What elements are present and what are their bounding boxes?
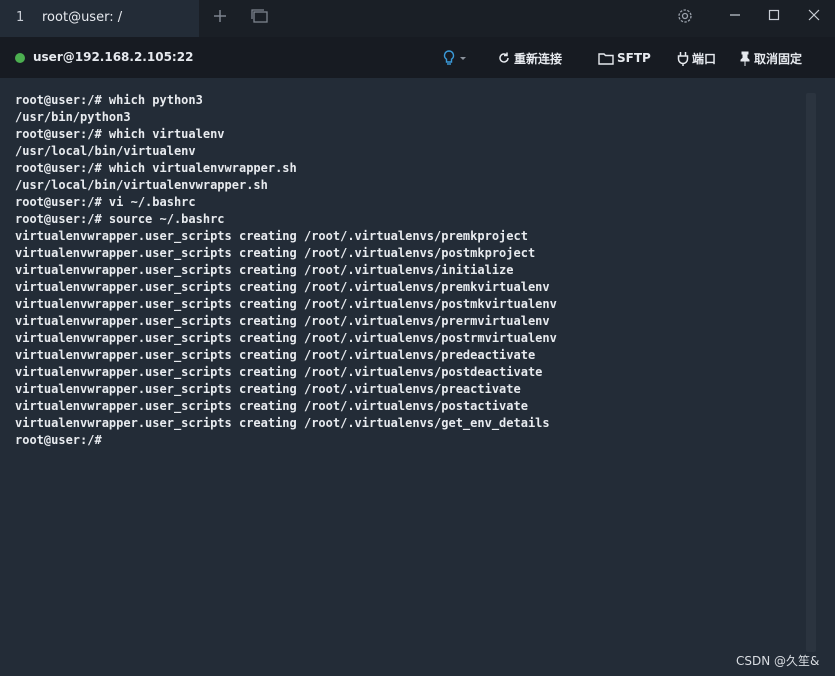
terminal-line: root@user:/# bbox=[15, 433, 109, 447]
terminal-line: virtualenvwrapper.user_scripts creating … bbox=[15, 314, 550, 328]
refresh-icon bbox=[497, 51, 511, 65]
add-tab-icon[interactable] bbox=[210, 8, 230, 28]
terminal-line: root@user:/# vi ~/.bashrc bbox=[15, 195, 196, 209]
terminal-line: /usr/bin/python3 bbox=[15, 110, 131, 124]
port-button[interactable]: 端口 bbox=[677, 49, 716, 67]
terminal-line: root@user:/# which python3 bbox=[15, 93, 203, 107]
watermark: CSDN @久笙& bbox=[736, 654, 820, 668]
terminal-line: root@user:/# which virtualenv bbox=[15, 127, 225, 141]
maximize-button[interactable] bbox=[764, 8, 784, 28]
settings-gear-icon[interactable] bbox=[675, 8, 695, 28]
reconnect-label: 重新连接 bbox=[514, 51, 563, 66]
reconnect-button[interactable]: 重新连接 bbox=[497, 49, 562, 67]
folder-icon bbox=[598, 52, 614, 65]
terminal-line: /usr/local/bin/virtualenv bbox=[15, 144, 196, 158]
terminal-line: virtualenvwrapper.user_scripts creating … bbox=[15, 246, 536, 260]
plug-icon bbox=[677, 51, 689, 66]
terminal-line: /usr/local/bin/virtualenvwrapper.sh bbox=[15, 178, 268, 192]
terminal-line: root@user:/# which virtualenvwrapper.sh bbox=[15, 161, 297, 175]
terminal-line: virtualenvwrapper.user_scripts creating … bbox=[15, 263, 514, 277]
terminal-line: virtualenvwrapper.user_scripts creating … bbox=[15, 348, 536, 362]
tips-button[interactable] bbox=[443, 49, 468, 67]
terminal-output[interactable]: root@user:/# which python3/usr/bin/pytho… bbox=[15, 92, 805, 652]
tab-root-user[interactable]: 1 root@user: / bbox=[0, 0, 199, 37]
terminal-line: virtualenvwrapper.user_scripts creating … bbox=[15, 382, 521, 396]
terminal-line: root@user:/# source ~/.bashrc bbox=[15, 212, 225, 226]
connection-label: user@192.168.2.105:22 bbox=[33, 50, 194, 64]
sftp-label: SFTP bbox=[617, 51, 651, 65]
lightbulb-icon bbox=[443, 50, 455, 66]
terminal-line: virtualenvwrapper.user_scripts creating … bbox=[15, 229, 528, 243]
terminal-line: virtualenvwrapper.user_scripts creating … bbox=[15, 399, 528, 413]
terminal-line: virtualenvwrapper.user_scripts creating … bbox=[15, 280, 550, 294]
close-button[interactable] bbox=[804, 8, 824, 28]
port-label: 端口 bbox=[692, 51, 717, 66]
pin-icon bbox=[739, 51, 751, 66]
terminal-scrollbar[interactable] bbox=[806, 93, 816, 652]
tab-number: 1 bbox=[16, 10, 25, 25]
unpin-label: 取消固定 bbox=[754, 51, 803, 66]
minimize-button[interactable] bbox=[725, 8, 745, 28]
terminal-line: virtualenvwrapper.user_scripts creating … bbox=[15, 416, 550, 430]
chevron-down-icon bbox=[458, 54, 468, 62]
terminal-line: virtualenvwrapper.user_scripts creating … bbox=[15, 365, 543, 379]
connection-status-icon bbox=[15, 53, 25, 63]
windows-icon[interactable] bbox=[250, 8, 270, 28]
title-bar: 1 root@user: / bbox=[0, 0, 835, 37]
tab-title: root@user: / bbox=[42, 10, 123, 25]
unpin-button[interactable]: 取消固定 bbox=[739, 49, 802, 67]
terminal-line: virtualenvwrapper.user_scripts creating … bbox=[15, 331, 557, 345]
terminal-line: virtualenvwrapper.user_scripts creating … bbox=[15, 297, 557, 311]
sftp-button[interactable]: SFTP bbox=[598, 49, 651, 67]
